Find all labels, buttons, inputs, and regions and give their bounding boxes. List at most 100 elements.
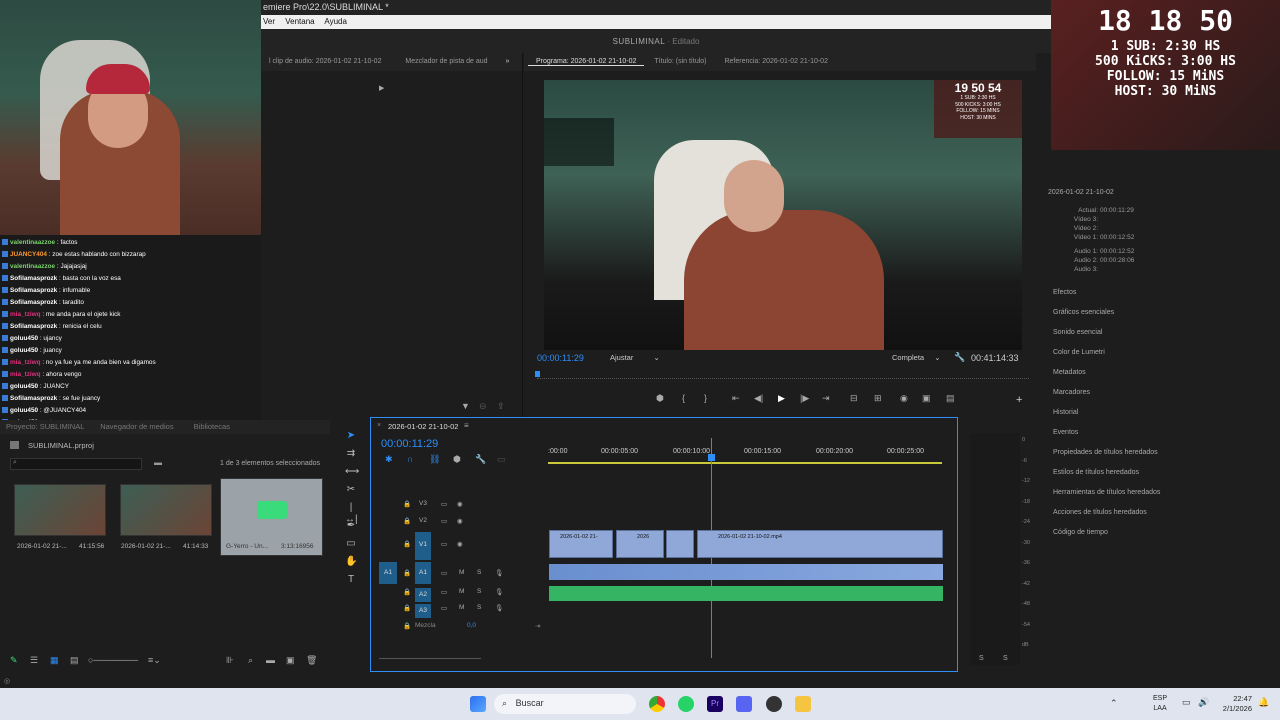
solo-button[interactable]: S [477,604,481,611]
source-patch-a1[interactable]: A1 [379,562,397,584]
close-icon[interactable]: × [377,422,381,429]
go-to-out-icon[interactable]: ⇥ [822,393,830,404]
captions-icon[interactable]: ▭ [497,454,506,465]
add-marker-icon[interactable]: ⬢ [453,454,461,465]
icon-view-icon[interactable]: ▦ [50,655,59,666]
eye-icon[interactable]: ◉ [457,540,463,548]
new-bin-icon[interactable]: ▬ [266,655,275,665]
language-indicator[interactable]: ESP LAA [1153,694,1167,714]
panel-item[interactable]: Acciones de títulos heredados [1036,505,1280,525]
panel-item[interactable]: Eventos [1036,425,1280,445]
video-clip-2[interactable]: 2026 [616,530,664,558]
clock[interactable]: 22:47 2/1/2026 [1218,694,1252,714]
filter-icon[interactable]: ▼ [461,401,470,411]
lock-icon[interactable]: 🔒 [403,588,411,596]
pencil-icon[interactable]: ✎ [10,655,18,666]
panel-item[interactable]: Propiedades de títulos heredados [1036,445,1280,465]
project-item-1-thumb[interactable] [14,484,106,536]
taskbar-search[interactable]: ⌕ Buscar [494,694,636,714]
razor-tool-icon[interactable]: ✂ [345,484,357,496]
track-a1-label[interactable]: A1 [415,562,431,584]
panel-item[interactable]: Color de Lumetri [1036,345,1280,365]
find-icon[interactable]: ⌕ [248,655,253,666]
windows-start-icon[interactable] [470,696,486,712]
video-clip-1[interactable]: 2026-01-02 21- [549,530,613,558]
hand-tool-icon[interactable]: ✋ [345,556,357,568]
tab-program[interactable]: Programa: 2026-01-02 21-10-02 [528,53,645,66]
file-explorer-icon[interactable] [795,696,811,712]
app-icon[interactable] [766,696,782,712]
sort-icon[interactable]: ≡⌄ [148,655,161,666]
source-toggle-icon[interactable]: ▶ [379,84,384,92]
sync-icon[interactable]: ▭ [441,500,447,508]
lock-icon[interactable]: 🔒 [403,604,411,612]
panel-item[interactable]: Sonido esencial [1036,325,1280,345]
export-icon[interactable]: ⇪ [497,401,505,412]
step-back-icon[interactable]: ◀| [754,393,763,404]
track-select-tool-icon[interactable]: ⇉ [345,448,357,460]
lift-icon[interactable]: ⊟ [850,393,858,404]
selection-tool-icon[interactable]: ➤ [345,430,357,442]
sync-icon[interactable]: ▭ [441,569,447,577]
pen-tool-icon[interactable]: ✒ [345,520,357,532]
sync-icon[interactable]: ▭ [441,604,447,612]
solo-button[interactable]: S [477,588,481,595]
meter-solo-right[interactable]: S [1003,655,1008,662]
settings-icon[interactable]: ⊖ [479,401,487,412]
wifi-icon[interactable]: ▭ [1182,697,1191,708]
lock-icon[interactable]: 🔒 [403,500,411,508]
premiere-icon[interactable]: Pr [707,696,723,712]
vr-icon[interactable]: ▤ [946,393,955,404]
rectangle-tool-icon[interactable]: ▭ [345,538,357,550]
time-ruler[interactable]: :00:00 00:00:05:00 00:00:10:00 00:00:15:… [548,446,944,466]
tab-libraries[interactable]: Bibliotecas [194,422,230,431]
discord-icon[interactable] [736,696,752,712]
new-item-icon[interactable]: ▣ [286,655,295,666]
video-clip-3[interactable] [666,530,694,558]
chrome-icon[interactable] [649,696,665,712]
mic-icon[interactable]: 🎙 [495,604,503,612]
tab-project[interactable]: Proyecto: SUBLIMINAL [6,422,84,431]
volume-icon[interactable]: 🔊 [1198,697,1209,708]
panel-item[interactable]: Estilos de títulos heredados [1036,465,1280,485]
menu-ayuda[interactable]: Ayuda [324,17,347,26]
tab-reference[interactable]: Referencia: 2026-01-02 21-10-02 [716,53,836,65]
automate-icon[interactable]: ⊪ [226,655,234,666]
work-area-bar[interactable] [548,462,942,464]
video-clip-4[interactable]: 2026-01-02 21-10-02.mp4 [697,530,943,558]
mute-button[interactable]: M [459,604,464,611]
camera-icon[interactable]: ◉ [900,393,908,404]
lock-icon[interactable]: 🔒 [403,622,411,630]
step-forward-icon[interactable]: |▶ [800,393,809,404]
menu-ventana[interactable]: Ventana [285,17,314,26]
panel-item[interactable]: Gráficos esenciales [1036,305,1280,325]
sync-icon[interactable]: ▭ [441,517,447,525]
solo-button[interactable]: S [477,569,481,576]
menu-ver[interactable]: Ver [263,17,275,26]
chevron-right-icon[interactable]: » [497,53,517,65]
mark-in-icon[interactable]: { [682,393,685,403]
folder-icon[interactable]: ▬ [154,458,162,467]
timeline-timecode[interactable]: 00:00:11:29 [381,438,438,450]
mute-button[interactable]: M [459,588,464,595]
snap-icon[interactable]: ∩ [407,454,413,464]
ripple-tool-icon[interactable]: ⟷ [345,466,359,478]
mix-value[interactable]: 0,0 [467,622,476,629]
audio-clip-a2[interactable] [549,586,943,601]
go-to-in-icon[interactable]: ⇤ [732,393,740,404]
compare-icon[interactable]: ▣ [922,393,931,404]
track-a2-label[interactable]: A2 [415,588,431,602]
track-a3-label[interactable]: A3 [415,604,431,618]
program-timecode[interactable]: 00:00:11:29 [537,353,584,363]
panel-item[interactable]: Metadatos [1036,365,1280,385]
mic-icon[interactable]: 🎙 [495,569,503,577]
eye-icon[interactable]: ◉ [457,500,463,508]
panel-item[interactable]: Herramientas de títulos heredados [1036,485,1280,505]
notification-icon[interactable]: 🔔 [1258,697,1269,708]
nest-icon[interactable]: ✱ [385,454,393,465]
fit-dropdown[interactable]: Ajustar ⌄ [610,353,660,362]
mix-end-icon[interactable]: ⇥ [535,622,540,630]
program-scrubber[interactable] [535,371,1029,390]
type-tool-icon[interactable]: T [345,574,357,586]
tab-audio-clip[interactable]: l clip de audio: 2026-01-02 21-10-02 [261,53,389,65]
